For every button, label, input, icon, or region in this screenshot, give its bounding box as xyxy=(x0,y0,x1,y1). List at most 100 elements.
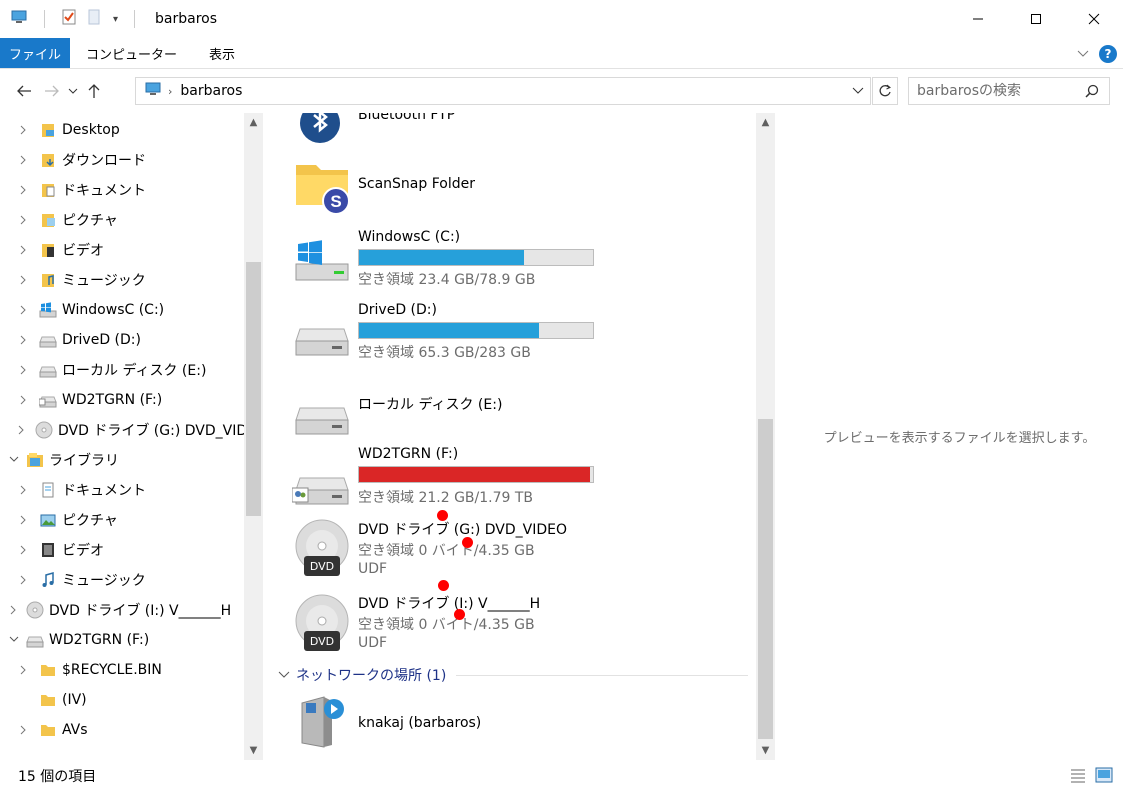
search-input[interactable] xyxy=(917,79,1087,103)
item-name[interactable]: DVD ドライブ (I:) V______H xyxy=(358,593,540,613)
item-bluetooth-ftp[interactable] xyxy=(292,113,352,149)
nav-item[interactable]: ダウンロード xyxy=(0,145,244,175)
item-name[interactable]: knakaj (barbaros) xyxy=(358,715,481,731)
chevron-right-icon[interactable] xyxy=(18,245,30,255)
nav-item[interactable]: ライブラリ xyxy=(0,445,244,475)
nav-item[interactable]: ビデオ xyxy=(0,535,244,565)
chevron-down-icon[interactable] xyxy=(8,636,20,644)
large-icons-view-icon[interactable] xyxy=(1095,767,1113,787)
scroll-up-icon[interactable]: ▲ xyxy=(248,117,259,128)
status-bar: 15 個の項目 xyxy=(0,760,1123,791)
customize-qat-icon[interactable]: ▾ xyxy=(113,14,118,25)
recent-locations-button[interactable] xyxy=(66,77,80,105)
item-name[interactable]: DriveD (D:) xyxy=(358,302,437,318)
back-arrow-icon xyxy=(17,85,31,97)
item-name[interactable]: WindowsC (C:) xyxy=(358,229,460,245)
chevron-down-icon[interactable] xyxy=(8,456,20,464)
back-button[interactable] xyxy=(10,77,38,105)
chevron-right-icon[interactable] xyxy=(18,575,30,585)
nav-item[interactable]: ドキュメント xyxy=(0,175,244,205)
nav-item[interactable]: WD2TGRN (F:) xyxy=(0,625,244,655)
address-history-icon[interactable] xyxy=(852,84,864,100)
nav-item[interactable]: ドキュメント xyxy=(0,475,244,505)
chevron-right-icon[interactable] xyxy=(18,725,30,735)
forward-arrow-icon xyxy=(45,85,59,97)
close-button[interactable] xyxy=(1065,0,1123,38)
chevron-right-icon[interactable] xyxy=(18,545,30,555)
nav-item[interactable]: AVs xyxy=(0,715,244,745)
nav-item[interactable]: DVD ドライブ (G:) DVD_VIDEO xyxy=(0,415,244,445)
chevron-right-icon[interactable] xyxy=(18,215,30,225)
scroll-down-icon[interactable]: ▼ xyxy=(760,745,771,756)
chevron-right-icon[interactable] xyxy=(18,365,30,375)
breadcrumb-barbaros[interactable]: barbaros xyxy=(180,83,242,99)
minimize-button[interactable] xyxy=(949,0,1007,38)
chevron-right-icon[interactable] xyxy=(18,155,30,165)
chevron-right-icon[interactable] xyxy=(18,275,30,285)
details-view-icon[interactable] xyxy=(1069,767,1087,787)
breadcrumb-chevron-icon[interactable]: › xyxy=(168,85,172,98)
item-name[interactable]: ScanSnap Folder xyxy=(358,176,475,192)
nav-item[interactable]: DVD ドライブ (I:) V______H xyxy=(0,595,244,625)
nav-item[interactable]: WindowsC (C:) xyxy=(0,295,244,325)
expand-ribbon-icon[interactable] xyxy=(1077,47,1089,61)
nav-item[interactable]: (IV) xyxy=(0,685,244,715)
nav-item[interactable]: Desktop xyxy=(0,115,244,145)
content-scroll-thumb[interactable] xyxy=(758,419,773,739)
scroll-up-icon[interactable]: ▲ xyxy=(760,117,771,128)
item-name[interactable]: Bluetooth FTP xyxy=(358,113,455,123)
chevron-right-icon[interactable] xyxy=(18,515,30,525)
tab-computer[interactable]: コンピューター xyxy=(70,38,193,68)
nav-item[interactable]: ローカル ディスク (E:) xyxy=(0,355,244,385)
chevron-right-icon[interactable] xyxy=(18,395,30,405)
chevron-right-icon[interactable] xyxy=(18,305,30,315)
nav-item[interactable]: ミュージック xyxy=(0,265,244,295)
nav-item[interactable]: $RECYCLE.BIN xyxy=(0,655,244,685)
chevron-right-icon[interactable] xyxy=(18,425,26,435)
scroll-down-icon[interactable]: ▼ xyxy=(248,745,259,756)
ribbon-tabs: ファイル コンピューター 表示 ? xyxy=(0,38,1123,69)
up-button[interactable] xyxy=(80,77,108,105)
dvd-icon[interactable]: DVD xyxy=(292,518,352,578)
network-drive-icon[interactable] xyxy=(291,468,352,512)
drive-icon[interactable] xyxy=(292,398,352,442)
address-bar[interactable]: › barbaros xyxy=(135,77,871,105)
content-scrollbar[interactable]: ▲ ▼ xyxy=(756,113,775,760)
drive-icon[interactable] xyxy=(292,319,352,363)
nav-item[interactable]: WD2TGRN (F:) xyxy=(0,385,244,415)
nav-item-label: DriveD (D:) xyxy=(62,332,141,348)
nav-item[interactable]: ミュージック xyxy=(0,565,244,595)
scansnap-folder-icon[interactable]: S xyxy=(292,155,354,219)
item-name[interactable]: ローカル ディスク (E:) xyxy=(358,394,502,414)
tab-view[interactable]: 表示 xyxy=(193,38,251,68)
properties-icon[interactable] xyxy=(61,9,77,29)
nav-item[interactable]: ピクチャ xyxy=(0,505,244,535)
chevron-right-icon[interactable] xyxy=(18,485,30,495)
refresh-button[interactable] xyxy=(872,77,898,105)
maximize-button[interactable] xyxy=(1007,0,1065,38)
chevron-right-icon[interactable] xyxy=(8,605,20,615)
item-name[interactable]: WD2TGRN (F:) xyxy=(358,446,458,462)
nav-item[interactable]: DriveD (D:) xyxy=(0,325,244,355)
downloads-folder-icon xyxy=(39,151,57,169)
help-button[interactable]: ? xyxy=(1099,44,1117,63)
close-icon xyxy=(1088,13,1100,25)
chevron-right-icon[interactable] xyxy=(18,185,30,195)
nav-item[interactable]: ピクチャ xyxy=(0,205,244,235)
search-icon[interactable] xyxy=(1085,84,1099,102)
windows-drive-icon[interactable] xyxy=(292,238,352,290)
nav-scrollbar[interactable]: ▲ ▼ xyxy=(244,113,263,760)
media-server-icon[interactable] xyxy=(292,693,352,757)
search-box[interactable] xyxy=(908,77,1110,105)
chevron-right-icon[interactable] xyxy=(18,125,30,135)
dvd-icon[interactable]: DVD xyxy=(292,593,352,653)
chevron-right-icon[interactable] xyxy=(18,335,30,345)
forward-button[interactable] xyxy=(38,77,66,105)
new-folder-icon[interactable] xyxy=(87,9,103,29)
item-name[interactable]: DVD ドライブ (G:) DVD_VIDEO xyxy=(358,519,567,539)
network-group-header[interactable]: ネットワークの場所 (1) xyxy=(278,666,748,684)
tab-file[interactable]: ファイル xyxy=(0,38,70,68)
nav-item[interactable]: ビデオ xyxy=(0,235,244,265)
nav-scroll-thumb[interactable] xyxy=(246,262,261,516)
chevron-right-icon[interactable] xyxy=(18,665,30,675)
